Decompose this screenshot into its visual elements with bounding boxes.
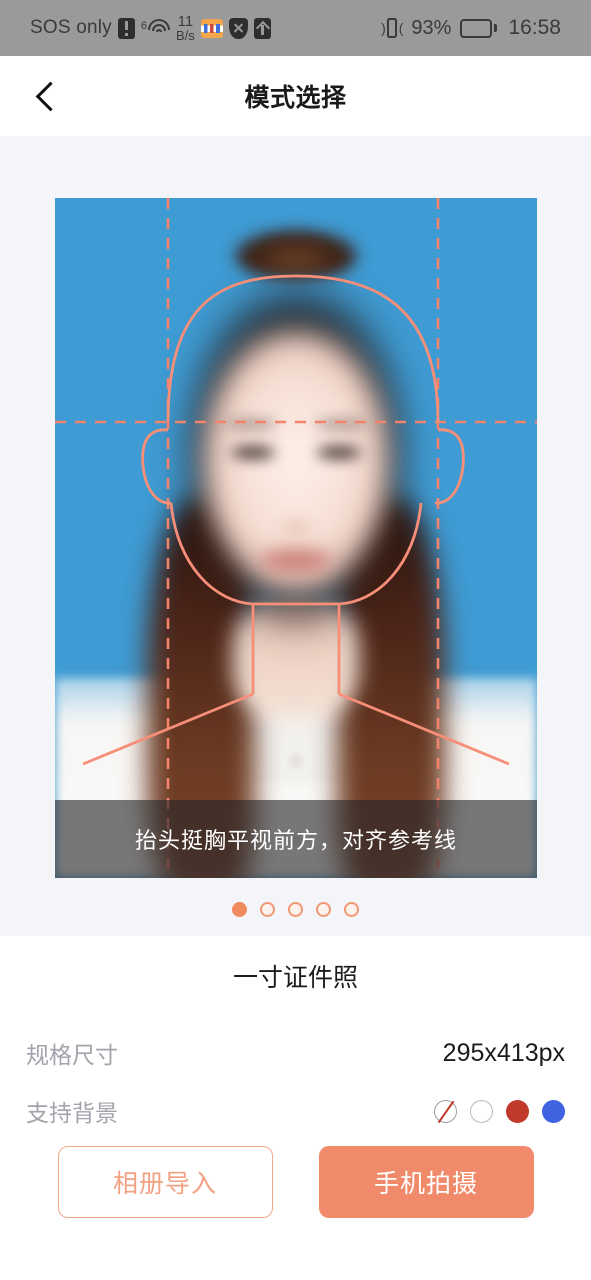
background-swatch-red[interactable] bbox=[506, 1099, 529, 1123]
spec-row-background: 支持背景 bbox=[0, 1082, 591, 1140]
preview-section: 抬头挺胸平视前方，对齐参考线 bbox=[0, 136, 591, 936]
wifi-generation-label: 6 bbox=[140, 20, 147, 32]
background-swatch-white[interactable] bbox=[470, 1099, 493, 1123]
battery-icon bbox=[460, 18, 498, 38]
chevron-left-icon bbox=[35, 81, 65, 111]
album-import-button[interactable]: 相册导入 bbox=[57, 1146, 273, 1218]
pager-dot-2[interactable] bbox=[260, 902, 275, 917]
background-swatch-blue[interactable] bbox=[542, 1099, 565, 1123]
wifi-arcs bbox=[147, 19, 170, 37]
pager-dot-1[interactable] bbox=[232, 902, 247, 917]
carrier-label: SOS only bbox=[30, 17, 112, 38]
spec-label-size: 规格尺寸 bbox=[26, 1042, 118, 1068]
spec-label-background: 支持背景 bbox=[26, 1100, 118, 1126]
action-buttons: 相册导入 手机拍摄 bbox=[0, 1146, 591, 1218]
wifi-icon: 6 bbox=[141, 19, 170, 37]
status-bar-left: SOS only 6 11 B/s bbox=[30, 14, 271, 42]
alert-icon bbox=[117, 17, 135, 39]
app-root: SOS only 6 11 B/s )( 93% 16:58 模式选择 抬头挺胸… bbox=[0, 0, 591, 1280]
network-speed-value: 11 bbox=[177, 13, 194, 30]
page-title: 模式选择 bbox=[244, 84, 347, 112]
pager-dot-4[interactable] bbox=[316, 902, 331, 917]
background-swatch-none[interactable] bbox=[434, 1099, 457, 1123]
network-speed-unit: B/s bbox=[175, 28, 195, 43]
upload-arrow-icon bbox=[253, 17, 271, 39]
nav-bar: 模式选择 bbox=[0, 56, 591, 136]
background-swatches bbox=[434, 1099, 565, 1123]
pager-dot-3[interactable] bbox=[288, 902, 303, 917]
spec-row-size: 规格尺寸 295x413px bbox=[0, 1024, 591, 1082]
app-icon bbox=[200, 18, 223, 38]
caption-bar: 抬头挺胸平视前方，对齐参考线 bbox=[55, 800, 537, 878]
mode-title: 一寸证件照 bbox=[232, 964, 358, 992]
shield-icon bbox=[228, 17, 248, 39]
battery-percent-label: 93% bbox=[411, 16, 452, 39]
sample-photo-card[interactable]: 抬头挺胸平视前方，对齐参考线 bbox=[55, 198, 537, 878]
vibrate-icon: )( bbox=[381, 18, 403, 38]
caption-text: 抬头挺胸平视前方，对齐参考线 bbox=[134, 828, 457, 853]
status-bar-right: )( 93% 16:58 bbox=[381, 16, 561, 40]
pager-dots[interactable] bbox=[0, 902, 591, 917]
details-panel: 一寸证件照 规格尺寸 295x413px 支持背景 bbox=[0, 936, 591, 1140]
spec-value-size: 295x413px bbox=[442, 1038, 565, 1067]
phone-capture-button[interactable]: 手机拍摄 bbox=[318, 1146, 534, 1218]
back-button[interactable] bbox=[16, 56, 78, 136]
status-bar: SOS only 6 11 B/s )( 93% 16:58 bbox=[0, 0, 591, 56]
network-speed: 11 B/s bbox=[176, 14, 195, 42]
clock-label: 16:58 bbox=[508, 16, 561, 39]
pager-dot-5[interactable] bbox=[344, 902, 359, 917]
alignment-guides bbox=[55, 198, 537, 878]
